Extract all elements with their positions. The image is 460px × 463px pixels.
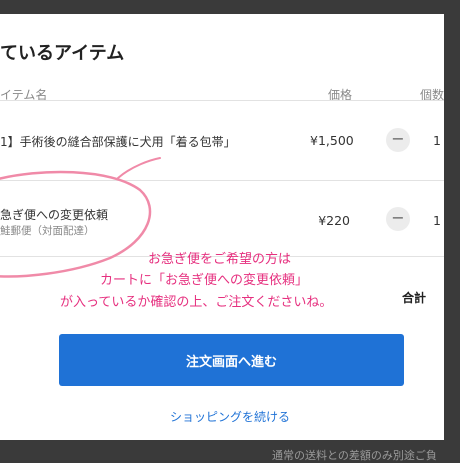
- annotation-line-2: カートに「お急ぎ便への変更依頼」: [100, 273, 309, 288]
- highlight-circle-annotation: [0, 157, 161, 278]
- annotation-line-1: お急ぎ便をご希望の方は: [148, 252, 292, 267]
- annotation-line-3: が入っているか確認の上、ご注文くださいね。: [60, 295, 333, 310]
